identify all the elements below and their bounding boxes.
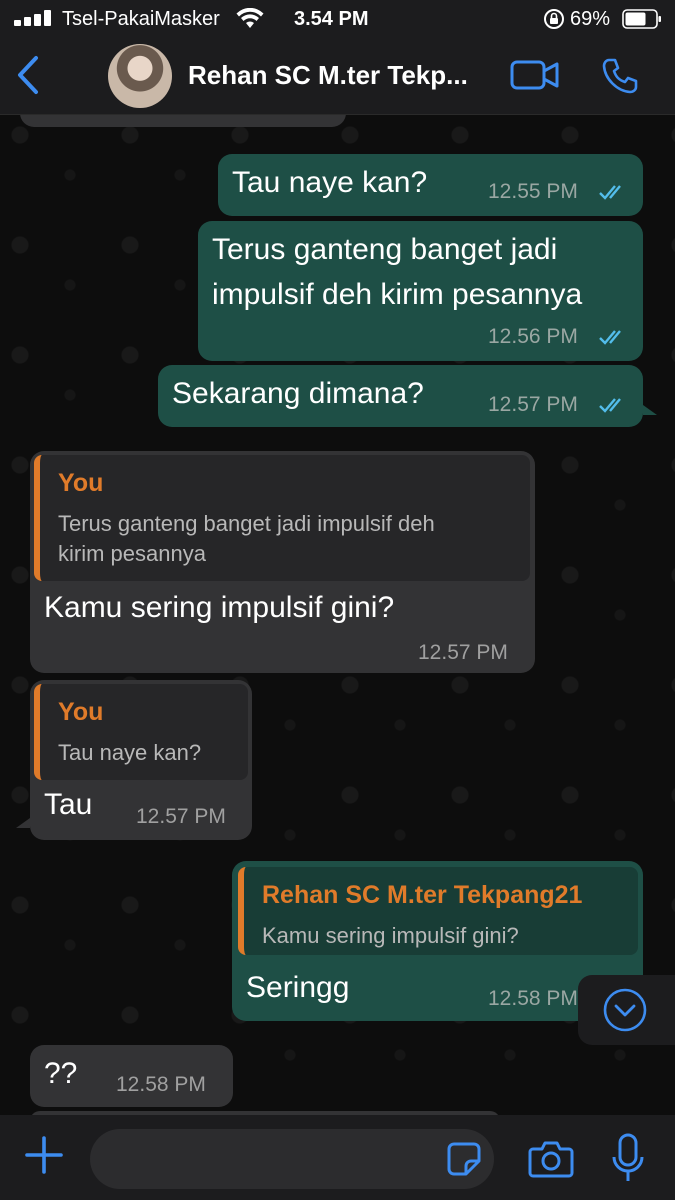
- quote-author: You: [58, 469, 104, 497]
- battery-percentage: 69%: [570, 8, 611, 30]
- chat-area[interactable]: Tau naye kan? 12.55 PM Terus ganteng ban…: [0, 115, 675, 1115]
- read-receipt-icon: [599, 398, 621, 413]
- message-text: Sekarang dimana?: [172, 377, 424, 410]
- read-receipt-icon: [599, 185, 621, 200]
- message-bubble-outgoing[interactable]: Tau naye kan? 12.55 PM: [218, 154, 643, 216]
- input-bar: [0, 1115, 675, 1200]
- chat-header: Rehan SC M.ter Tekp...: [0, 38, 675, 115]
- wifi-icon: [236, 8, 264, 28]
- back-icon[interactable]: [10, 54, 46, 96]
- message-bubble-incoming[interactable]: ?? 12.58 PM: [30, 1045, 233, 1107]
- reply-quote[interactable]: Rehan SC M.ter Tekpang21 Kamu sering imp…: [238, 867, 638, 955]
- message-bubble-incoming[interactable]: You Terus ganteng banget jadi impulsif d…: [30, 451, 535, 673]
- camera-icon[interactable]: [528, 1139, 574, 1179]
- microphone-icon[interactable]: [610, 1133, 646, 1185]
- message-text: Seringg: [246, 971, 350, 1004]
- read-receipt-icon: [599, 330, 621, 345]
- message-text-line-1: Terus ganteng banget jadi: [212, 233, 558, 266]
- signal-icon: [14, 10, 54, 26]
- phone-call-icon[interactable]: [600, 56, 640, 96]
- chevron-down-icon: [603, 988, 647, 1032]
- message-time: 12.57 PM: [488, 393, 578, 416]
- message-text: Tau: [44, 788, 93, 821]
- quote-text-line-2: kirim pesannya: [58, 541, 206, 566]
- orientation-lock-icon: [544, 9, 564, 29]
- message-time: 12.57 PM: [136, 805, 226, 828]
- message-bubble-partial: [20, 115, 346, 127]
- quote-text: Kamu sering impulsif gini?: [262, 923, 519, 948]
- message-time: 12.58 PM: [116, 1073, 206, 1096]
- message-text: Tau naye kan?: [232, 166, 428, 199]
- message-time: 12.57 PM: [418, 641, 508, 664]
- quote-author: Rehan SC M.ter Tekpang21: [262, 881, 583, 909]
- message-time: 12.56 PM: [488, 325, 578, 348]
- reply-quote[interactable]: You Tau naye kan?: [34, 684, 248, 780]
- sticker-icon[interactable]: [446, 1141, 482, 1177]
- message-text: ??: [44, 1057, 78, 1090]
- clock: 3.54 PM: [294, 8, 369, 30]
- quote-text: Tau naye kan?: [58, 740, 202, 765]
- quote-author: You: [58, 698, 104, 726]
- message-input[interactable]: [90, 1129, 494, 1189]
- bubble-tail: [643, 405, 657, 415]
- message-text-line-2: impulsif deh kirim pesannya: [212, 278, 583, 311]
- status-bar: Tsel-PakaiMasker 3.54 PM 69%: [0, 0, 675, 38]
- contact-name[interactable]: Rehan SC M.ter Tekp...: [188, 60, 503, 91]
- scroll-to-bottom-button[interactable]: [578, 975, 675, 1045]
- message-time: 12.58 PM: [488, 987, 578, 1010]
- message-bubble-incoming[interactable]: You Tau naye kan? Tau 12.57 PM: [30, 680, 252, 840]
- message-bubble-outgoing[interactable]: Terus ganteng banget jadi impulsif deh k…: [198, 221, 643, 361]
- carrier-name: Tsel-PakaiMasker: [62, 8, 220, 30]
- message-text: Kamu sering impulsif gini?: [44, 591, 395, 624]
- reply-quote[interactable]: You Terus ganteng banget jadi impulsif d…: [34, 455, 530, 581]
- message-time: 12.55 PM: [488, 180, 578, 203]
- video-call-icon[interactable]: [510, 58, 560, 92]
- plus-icon[interactable]: [24, 1135, 64, 1175]
- avatar[interactable]: [108, 44, 172, 108]
- message-bubble-outgoing[interactable]: Sekarang dimana? 12.57 PM: [158, 365, 643, 427]
- battery-icon: [622, 9, 661, 29]
- quote-text-line-1: Terus ganteng banget jadi impulsif deh: [58, 511, 435, 536]
- bubble-tail: [16, 818, 30, 828]
